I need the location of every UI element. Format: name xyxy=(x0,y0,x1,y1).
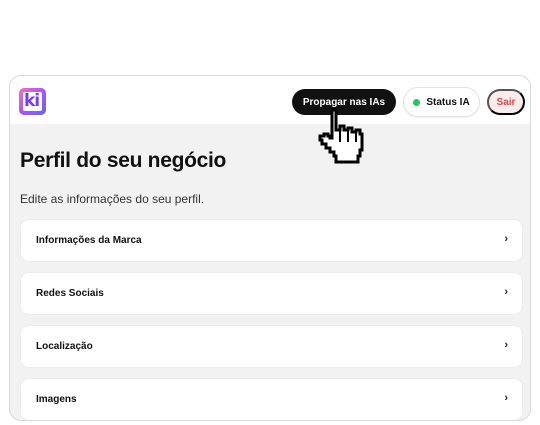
section-label: Informações da Marca xyxy=(36,235,142,246)
section-images[interactable]: Imagens › xyxy=(20,378,523,420)
logo[interactable]: ki xyxy=(19,88,46,115)
chevron-right-icon: › xyxy=(504,392,508,404)
section-label: Redes Sociais xyxy=(36,288,104,299)
page-subtitle: Edite as informações do seu perfil. xyxy=(20,192,205,206)
chevron-right-icon: › xyxy=(504,286,508,298)
section-label: Localização xyxy=(36,341,93,352)
chevron-right-icon: › xyxy=(504,339,508,351)
logo-mark: ki xyxy=(23,92,42,111)
section-location[interactable]: Localização › xyxy=(20,325,523,368)
section-social-networks[interactable]: Redes Sociais › xyxy=(20,272,523,315)
status-dot-icon xyxy=(413,98,421,106)
top-bar: ki Propagar nas IAs Status IA Sair xyxy=(10,76,530,124)
chevron-right-icon: › xyxy=(504,233,508,245)
page-title: Perfil do seu negócio xyxy=(20,149,227,172)
section-brand-info[interactable]: Informações da Marca › xyxy=(20,219,523,262)
app-window: ki Propagar nas IAs Status IA Sair Perfi… xyxy=(9,75,531,421)
status-label: Status IA xyxy=(426,96,470,108)
status-ia-button[interactable]: Status IA xyxy=(403,87,480,117)
hand-pointer-icon xyxy=(318,108,364,164)
logout-button[interactable]: Sair xyxy=(487,89,525,115)
section-label: Imagens xyxy=(36,394,77,405)
logo-text: ki xyxy=(24,91,40,111)
